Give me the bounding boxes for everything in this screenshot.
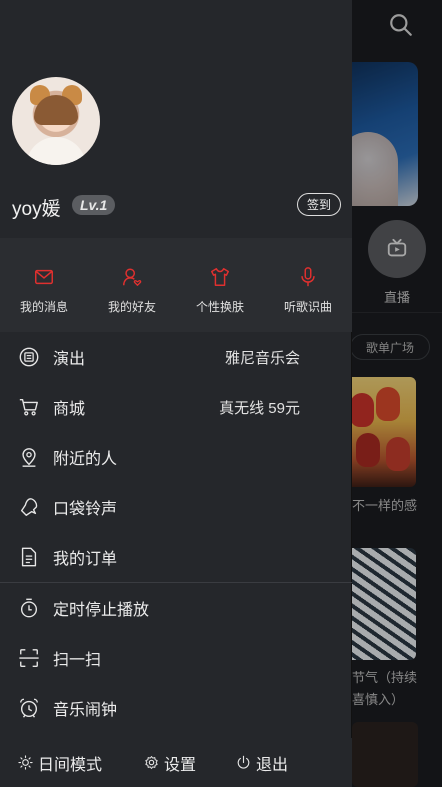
quick-item-friends[interactable]: 我的好友	[88, 238, 176, 332]
menu-item-extra: 雅尼音乐会	[224, 349, 300, 367]
settings-button[interactable]: 设置	[144, 751, 196, 775]
scan-icon	[19, 649, 39, 667]
quick-item-label: 我的消息	[19, 300, 68, 314]
shirt-icon	[211, 268, 229, 286]
drawer-menu: 演出 雅尼音乐会 商城 真无线 59元 附近的人 口袋铃声 我的订单 定时停止播…	[0, 332, 352, 733]
menu-item-shows[interactable]: 演出 雅尼音乐会	[0, 332, 352, 382]
menu-item-ringtones[interactable]: 口袋铃声	[0, 482, 352, 532]
quick-item-label: 个性换肤	[195, 300, 244, 314]
quick-item-recognize[interactable]: 听歌识曲	[264, 238, 352, 332]
level-badge[interactable]: Lv.1	[72, 195, 116, 215]
logout-label: 退出	[256, 756, 289, 774]
menu-item-label: 音乐闹钟	[53, 702, 118, 719]
cart-icon	[19, 398, 38, 416]
drawer-overlay[interactable]	[352, 0, 442, 787]
menu-item-label: 演出	[53, 351, 86, 368]
microphone-icon	[301, 267, 315, 287]
checkin-button[interactable]: 签到	[297, 193, 341, 216]
menu-item-label: 附近的人	[53, 451, 118, 468]
day-mode-button[interactable]: 日间模式	[18, 751, 102, 775]
menu-item-label: 商城	[53, 401, 86, 418]
avatar[interactable]	[12, 77, 100, 165]
menu-item-alarm[interactable]: 音乐闹钟	[0, 683, 352, 733]
mail-icon	[35, 269, 53, 285]
menu-item-extra: 真无线 59元	[219, 399, 300, 417]
power-icon	[237, 755, 250, 769]
settings-label: 设置	[164, 756, 197, 774]
timer-icon	[20, 598, 38, 618]
profile-header: yoy媛 Lv.1 签到	[0, 0, 352, 238]
location-icon	[22, 448, 36, 467]
menu-item-sleep-timer[interactable]: 定时停止播放	[0, 583, 352, 633]
alarm-icon	[20, 698, 38, 718]
bell-icon	[20, 498, 38, 516]
logout-button[interactable]: 退出	[236, 751, 288, 775]
quick-actions: 我的消息 我的好友 个性换肤 听歌识曲	[0, 238, 352, 332]
menu-item-store[interactable]: 商城 真无线 59元	[0, 382, 352, 432]
menu-item-label: 我的订单	[53, 551, 118, 568]
menu-item-orders[interactable]: 我的订单	[0, 532, 352, 582]
document-icon	[21, 547, 37, 567]
day-mode-label: 日间模式	[38, 756, 103, 774]
menu-item-scan[interactable]: 扫一扫	[0, 633, 352, 683]
quick-item-label: 听歌识曲	[283, 300, 332, 314]
gear-icon	[145, 756, 158, 769]
menu-item-label: 扫一扫	[53, 652, 102, 669]
side-drawer: yoy媛 Lv.1 签到 我的消息 我的好友 个性换肤 听歌识曲 演出 雅尼音乐…	[0, 0, 352, 787]
ticket-icon	[19, 347, 39, 367]
menu-item-label: 口袋铃声	[53, 501, 118, 518]
username[interactable]: yoy媛	[12, 194, 61, 221]
quick-item-skin[interactable]: 个性换肤	[176, 238, 264, 332]
drawer-bottom-bar: 日间模式 设置 退出	[0, 738, 352, 787]
quick-item-label: 我的好友	[107, 300, 156, 314]
quick-item-messages[interactable]: 我的消息	[0, 238, 88, 332]
menu-item-nearby[interactable]: 附近的人	[0, 432, 352, 482]
friends-icon	[123, 268, 142, 287]
menu-item-label: 定时停止播放	[53, 602, 150, 619]
sun-icon	[18, 755, 33, 770]
